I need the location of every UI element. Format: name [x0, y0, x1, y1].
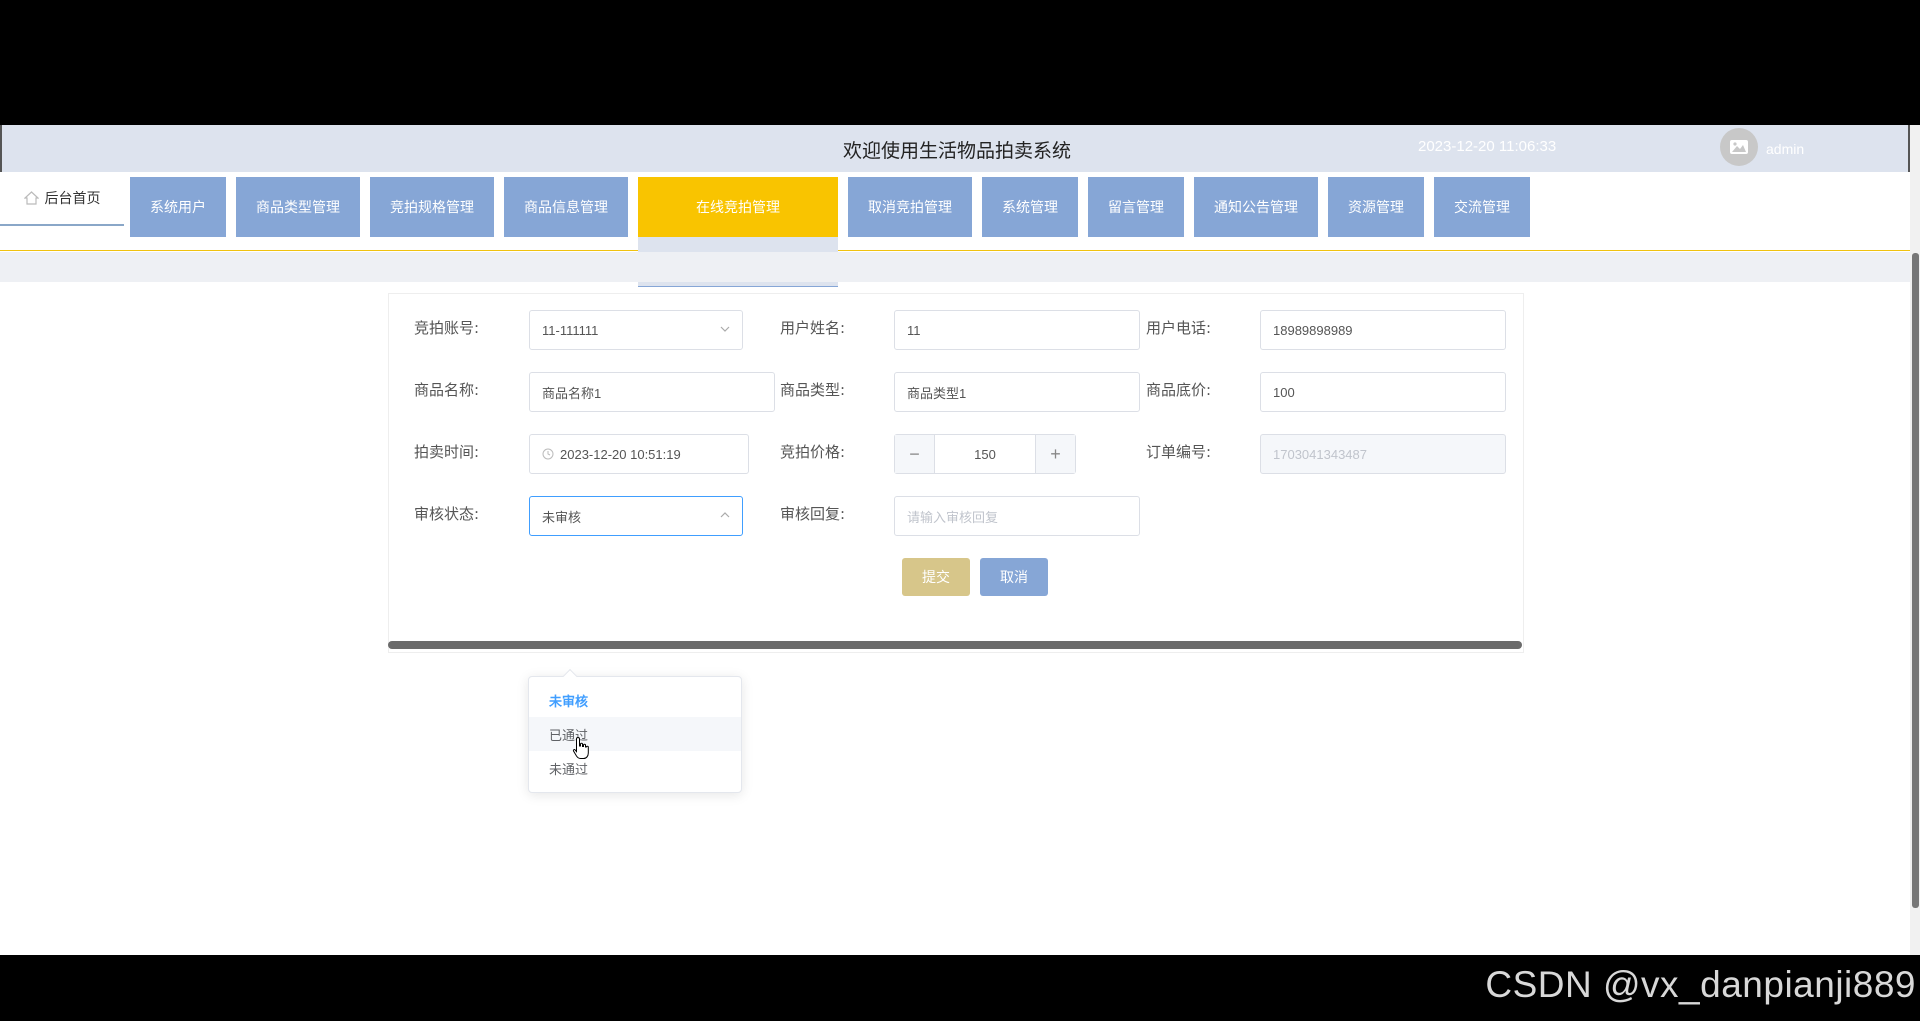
- cancel-button[interactable]: 取消: [980, 558, 1048, 596]
- nav-item-online-auction[interactable]: 在线竞拍管理: [638, 177, 838, 237]
- decrement-button[interactable]: −: [895, 435, 935, 473]
- account-select[interactable]: 11-111111: [529, 310, 743, 350]
- product-type-value: 商品类型1: [907, 385, 967, 401]
- base-price-field[interactable]: 100: [1260, 372, 1506, 412]
- content-top-band: [0, 252, 1910, 282]
- image-icon: [1730, 140, 1748, 154]
- username-field[interactable]: 11: [894, 310, 1140, 350]
- review-reply-placeholder: 请输入审核回复: [907, 509, 999, 525]
- username-label: 用户姓名:: [779, 319, 845, 337]
- bid-price-stepper[interactable]: − 150 +: [894, 434, 1076, 474]
- product-type-field[interactable]: 商品类型1: [894, 372, 1140, 412]
- dropdown-option-pending[interactable]: 未审核: [529, 683, 741, 717]
- auction-time-value: 2023-12-20 10:51:19: [560, 446, 681, 462]
- username-value: 11: [907, 322, 921, 338]
- header-datetime: 2023-12-20 11:06:33: [1418, 138, 1557, 155]
- review-reply-label: 审核回复:: [779, 505, 845, 523]
- base-price-label: 商品底价:: [1145, 381, 1211, 399]
- nav-home-label: 后台首页: [44, 191, 101, 207]
- dropdown-option-rejected[interactable]: 未通过: [529, 751, 741, 785]
- review-status-select[interactable]: 未审核: [529, 496, 743, 536]
- nav-item-product-types[interactable]: 商品类型管理: [236, 177, 360, 237]
- nav-item-notices[interactable]: 通知公告管理: [1194, 177, 1318, 237]
- product-type-label: 商品类型:: [779, 381, 845, 399]
- avatar[interactable]: [1720, 128, 1758, 166]
- nav-item-system-users[interactable]: 系统用户: [130, 177, 226, 237]
- header-bar: 欢迎使用生活物品拍卖系统 2023-12-20 11:06:33 admin: [0, 125, 1910, 172]
- bid-price-label: 竞拍价格:: [779, 443, 845, 461]
- nav-item-system-management[interactable]: 系统管理: [982, 177, 1078, 237]
- phone-field[interactable]: 18989898989: [1260, 310, 1506, 350]
- clock-icon: [542, 448, 554, 460]
- horizontal-scrollbar[interactable]: [388, 641, 1522, 649]
- base-price-value: 100: [1273, 384, 1295, 400]
- increment-button[interactable]: +: [1035, 435, 1075, 473]
- account-value: 11-111111: [542, 322, 599, 338]
- order-no-label: 订单编号:: [1145, 443, 1211, 461]
- top-nav: 后台首页 系统用户 商品类型管理 竞拍规格管理 商品信息管理 在线竞拍管理 取消…: [0, 172, 1910, 287]
- hand-cursor-icon: [572, 736, 589, 759]
- phone-value: 18989898989: [1273, 322, 1353, 338]
- auction-time-label: 拍卖时间:: [413, 443, 479, 461]
- vertical-scrollbar-thumb[interactable]: [1912, 253, 1919, 908]
- top-black-bar: [0, 0, 1920, 125]
- app-window: 欢迎使用生活物品拍卖系统 2023-12-20 11:06:33 admin 后…: [0, 125, 1920, 955]
- nav-item-exchange[interactable]: 交流管理: [1434, 177, 1530, 237]
- product-name-field[interactable]: 商品名称1: [529, 372, 775, 412]
- auction-time-picker[interactable]: 2023-12-20 10:51:19: [529, 434, 749, 474]
- submit-button[interactable]: 提交: [902, 558, 970, 596]
- nav-home-tab[interactable]: 后台首页: [0, 172, 124, 226]
- phone-label: 用户电话:: [1145, 319, 1211, 337]
- order-no-field: 1703041343487: [1260, 434, 1506, 474]
- form-card: 竞拍账号: 11-111111 用户姓名: 11 用户电话: 189898989…: [388, 293, 1524, 653]
- nav-item-resources[interactable]: 资源管理: [1328, 177, 1424, 237]
- nav-item-cancel-auction[interactable]: 取消竞拍管理: [848, 177, 972, 237]
- product-name-value: 商品名称1: [542, 385, 602, 401]
- product-name-label: 商品名称:: [413, 381, 479, 399]
- dropdown-arrow: [562, 668, 578, 684]
- nav-item-auction-specs[interactable]: 竞拍规格管理: [370, 177, 494, 237]
- nav-item-product-info[interactable]: 商品信息管理: [504, 177, 628, 237]
- review-reply-field[interactable]: 请输入审核回复: [894, 496, 1140, 536]
- dropdown-option-approved[interactable]: 已通过: [529, 717, 741, 751]
- header-username[interactable]: admin: [1766, 141, 1804, 157]
- watermark-text: CSDN @vx_danpianji889: [1485, 964, 1916, 1005]
- review-status-dropdown: 未审核 已通过 未通过: [528, 668, 742, 793]
- order-no-value: 1703041343487: [1273, 446, 1367, 462]
- bid-price-value[interactable]: 150: [935, 435, 1035, 473]
- chevron-up-icon: [720, 512, 730, 518]
- chevron-down-icon: [720, 326, 730, 332]
- page-title: 欢迎使用生活物品拍卖系统: [842, 140, 1071, 162]
- review-status-value: 未审核: [542, 509, 582, 525]
- nav-item-messages[interactable]: 留言管理: [1088, 177, 1184, 237]
- review-status-label: 审核状态:: [413, 505, 479, 523]
- account-label: 竞拍账号:: [413, 319, 479, 337]
- home-icon: [23, 191, 39, 205]
